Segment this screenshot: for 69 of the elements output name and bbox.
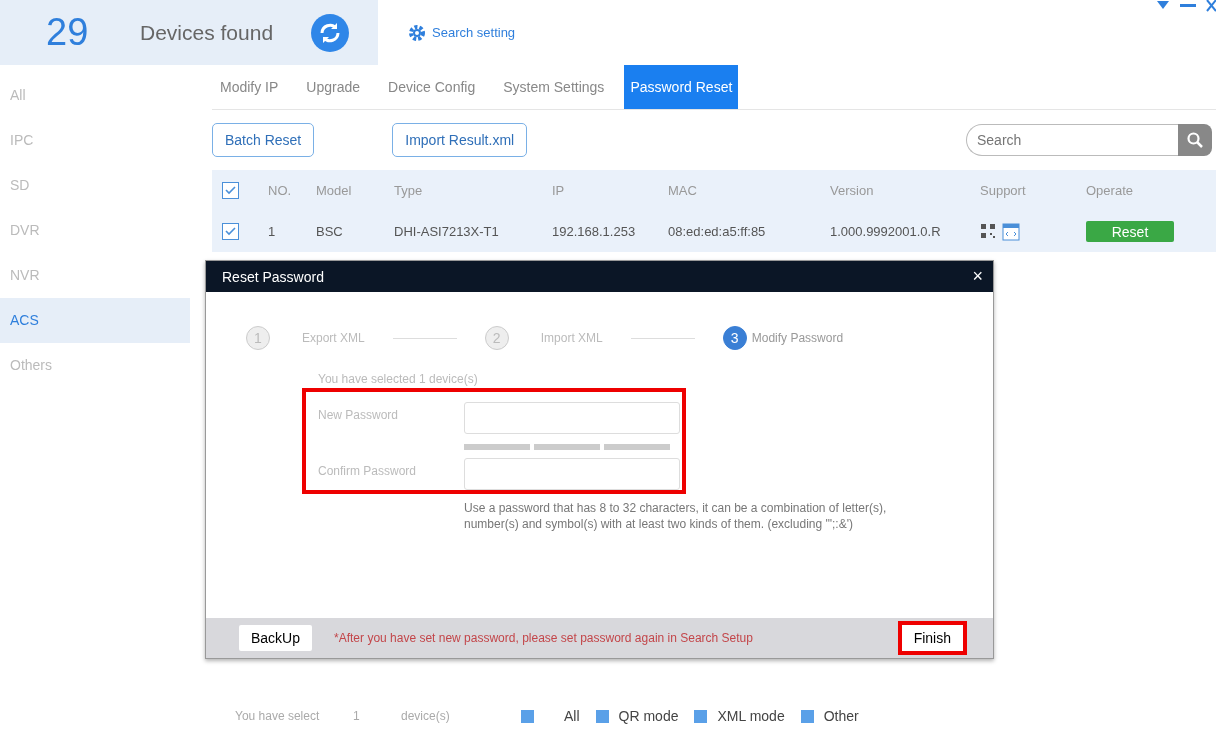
field-label: Confirm Password: [318, 463, 418, 480]
dialog-close-button[interactable]: ×: [972, 266, 983, 287]
step-label: Export XML: [302, 331, 365, 345]
password-field[interactable]: [464, 458, 680, 490]
tab[interactable]: Upgrade: [298, 65, 369, 109]
column-header: Operate: [1086, 183, 1134, 198]
tab[interactable]: Password Reset: [624, 65, 739, 109]
column-header: IP: [552, 183, 566, 198]
selection-count: 1: [353, 709, 361, 723]
field-label: New Password: [318, 407, 400, 424]
column-header: NO.: [268, 183, 293, 198]
sidebar-item[interactable]: All: [0, 73, 190, 118]
table-cell-text: 1: [268, 224, 277, 239]
tab[interactable]: System Settings: [495, 65, 613, 109]
refresh-icon[interactable]: [310, 12, 350, 53]
column-header: Model: [316, 183, 353, 198]
legend-swatch: [800, 709, 814, 723]
legend-label: Other: [823, 708, 859, 724]
legend-swatch: [694, 709, 708, 723]
devices-found-label: Devices found: [140, 20, 275, 45]
search-field[interactable]: Search: [966, 124, 1178, 156]
backup-button[interactable]: BackUp: [239, 625, 313, 651]
column-header: Support: [980, 183, 1027, 198]
password-hint: Use a password that has 8 to 32 characters, it can be a combination of letter(s), number(s) and symbol(s) with at least two kinds of them. (excluding '";:&'): [464, 500, 888, 532]
sidebar-item[interactable]: Others: [0, 343, 190, 388]
toolbar-button[interactable]: Import Result.xml: [392, 123, 528, 157]
checkmark-icon: [225, 227, 236, 236]
qr-code-icon: [980, 222, 996, 239]
legend-label: QR mode: [618, 708, 679, 724]
legend-label: XML mode: [717, 708, 785, 724]
sidebar-item[interactable]: SD: [0, 163, 190, 208]
close-icon[interactable]: [1206, 0, 1216, 12]
sidebar-item[interactable]: IPC: [0, 118, 190, 163]
column-header: Version: [830, 183, 875, 198]
row-checkbox[interactable]: [222, 223, 239, 240]
step-number: 3: [722, 326, 747, 350]
table-cell-text: 1.000.9992001.0.R: [830, 224, 942, 239]
dialog-title: Reset Password: [222, 268, 324, 285]
tab[interactable]: Modify IP: [212, 65, 287, 109]
table-cell-text: DHI-ASI7213X-T1: [394, 224, 500, 239]
table-cell-text: 192.168.1.253: [552, 224, 637, 239]
xml-file-icon: [1002, 222, 1020, 241]
password-field[interactable]: [464, 402, 680, 434]
device-count: 29: [46, 11, 90, 54]
checkmark-icon: [225, 186, 236, 195]
legend-swatch: [521, 709, 534, 723]
reset-button[interactable]: Reset: [1086, 221, 1174, 242]
table-cell-text: 08:ed:ed:a5:ff:85: [668, 224, 767, 239]
sidebar-item[interactable]: NVR: [0, 253, 190, 298]
step-label: Import XML: [540, 331, 603, 345]
column-header: Type: [394, 183, 424, 198]
selection-suffix: device(s): [401, 709, 451, 723]
search-setting-link[interactable]: Search setting: [408, 23, 516, 42]
column-header: MAC: [668, 183, 698, 198]
tab[interactable]: Device Config: [380, 65, 484, 109]
notice-text: *After you have set new password, please set password again in Search Setup: [334, 631, 753, 645]
legend-label: All: [564, 708, 580, 724]
selection-prefix: You have select: [235, 709, 321, 723]
table-cell-text: BSC: [316, 224, 344, 239]
search-icon[interactable]: [1178, 124, 1212, 156]
gear-icon: [408, 23, 426, 42]
sidebar-item[interactable]: DVR: [0, 208, 190, 253]
step-label: Modify Password: [751, 331, 844, 345]
dropdown-icon[interactable]: [1156, 0, 1170, 10]
selected-info: You have selected 1 device(s): [318, 372, 479, 386]
sidebar-item[interactable]: ACS: [0, 298, 190, 343]
toolbar-button[interactable]: Batch Reset: [212, 123, 315, 157]
select-all-checkbox[interactable]: [222, 182, 239, 199]
legend-swatch: [595, 709, 609, 723]
